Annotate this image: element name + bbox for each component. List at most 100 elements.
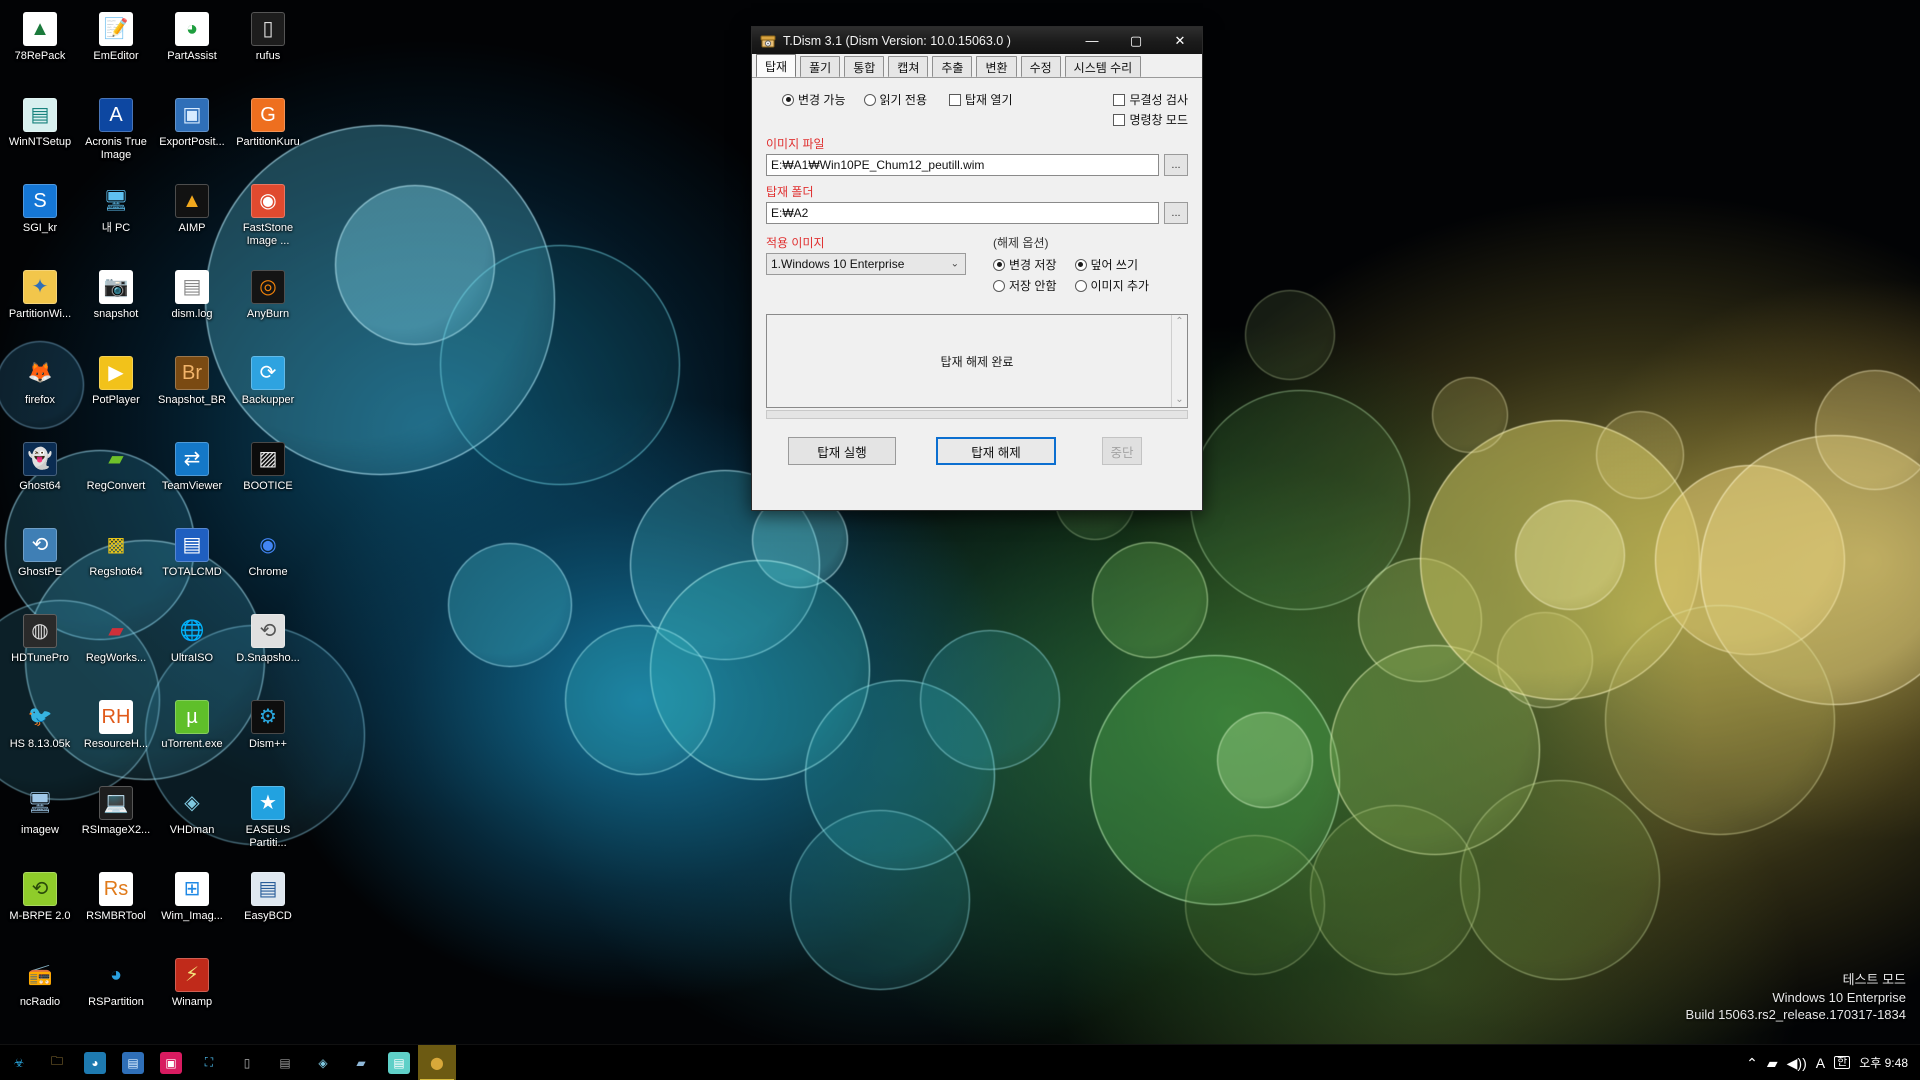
mount-folder-browse-button[interactable]: ... — [1164, 202, 1188, 224]
desktop-icon[interactable]: 🐦 HS 8.13.05k — [2, 694, 78, 780]
desktop-icon[interactable]: 🌐 UltraISO — [154, 608, 230, 694]
unmount-button[interactable]: 탑재 해제 — [936, 437, 1056, 465]
desktop-icon[interactable]: ▰ RegWorks... — [78, 608, 154, 694]
taskbar-item[interactable]: ▰ — [342, 1045, 380, 1080]
mount-execute-button[interactable]: 탑재 실행 — [788, 437, 896, 465]
desktop-icon[interactable]: 👻 Ghost64 — [2, 436, 78, 522]
tab-4[interactable]: 캡쳐 — [888, 56, 929, 77]
desktop-icon[interactable]: ◕ RSPartition — [78, 952, 154, 1038]
battery-icon[interactable]: ▰ — [1767, 1056, 1778, 1070]
tab-bar[interactable]: 탑재 풀기 통합 캡쳐 추출 변환 수정 시스템 수리 — [752, 54, 1202, 78]
tab-5[interactable]: 추출 — [932, 56, 973, 77]
desktop-icon[interactable]: ◉ Chrome — [230, 522, 306, 608]
tab-1[interactable]: 탑재 — [756, 54, 797, 77]
radio-no-save[interactable]: 저장 안함 — [993, 277, 1057, 294]
volume-icon[interactable]: ◀)) — [1787, 1056, 1807, 1070]
desktop-icon[interactable]: ▶ PotPlayer — [78, 350, 154, 436]
tab-8[interactable]: 시스템 수리 — [1064, 56, 1142, 77]
desktop-icon[interactable]: ▣ ExportPosit... — [154, 92, 230, 178]
taskbar-item[interactable]: ▤ — [380, 1045, 418, 1080]
radio-writable[interactable]: 변경 가능 — [782, 91, 846, 108]
system-tray[interactable]: ⌃ ▰ ◀)) A 한 오후 9:48 — [1746, 1045, 1920, 1080]
tab-2[interactable]: 풀기 — [800, 56, 841, 77]
language-indicator-icon[interactable]: A — [1816, 1056, 1825, 1070]
taskbar-item[interactable]: ☣ — [0, 1045, 38, 1080]
image-file-browse-button[interactable]: ... — [1164, 154, 1188, 176]
image-file-input[interactable]: E:₩A1₩Win10PE_Chum12_peutill.wim — [766, 154, 1159, 176]
taskbar-item[interactable]: ⬤ — [418, 1044, 456, 1080]
close-button[interactable]: ✕ — [1158, 27, 1202, 54]
tray-chevron-up-icon[interactable]: ⌃ — [1746, 1056, 1758, 1070]
desktop-icon[interactable]: 📝 EmEditor — [78, 6, 154, 92]
taskbar-item[interactable]: ▯ — [228, 1045, 266, 1080]
desktop-icon[interactable]: 🖥 imagew — [2, 780, 78, 866]
desktop-icon[interactable]: RH ResourceH... — [78, 694, 154, 780]
radio-add-image[interactable]: 이미지 추가 — [1074, 277, 1149, 294]
desktop-icon[interactable]: 📻 ncRadio — [2, 952, 78, 1038]
desktop-icon[interactable]: ▤ WinNTSetup — [2, 92, 78, 178]
ime-korean-icon[interactable]: 한 — [1834, 1056, 1851, 1069]
desktop-icon[interactable]: ▲ AIMP — [154, 178, 230, 264]
desktop-icon[interactable]: A Acronis True Image — [78, 92, 154, 178]
minimize-button[interactable]: — — [1070, 27, 1114, 54]
desktop-icon[interactable]: ▰ RegConvert — [78, 436, 154, 522]
radio-overwrite[interactable]: 덮어 쓰기 — [1074, 256, 1150, 273]
taskbar-item[interactable]: ⛶ — [190, 1045, 228, 1080]
radio-readonly[interactable]: 읽기 전용 — [863, 91, 927, 108]
window-title-bar[interactable]: T.Dism 3.1 (Dism Version: 10.0.15063.0 )… — [752, 27, 1202, 54]
desktop-icon[interactable]: ▲ 78RePack — [2, 6, 78, 92]
checkbox-open-mount[interactable]: 탑재 열기 — [949, 91, 1013, 108]
desktop-icon[interactable]: G PartitionKuru — [230, 92, 306, 178]
desktop-icon[interactable]: µ uTorrent.exe — [154, 694, 230, 780]
mount-folder-input[interactable]: E:₩A2 — [766, 202, 1159, 224]
desktop-icon[interactable]: ▤ EasyBCD — [230, 866, 306, 952]
clock-time[interactable]: 오후 9:48 — [1859, 1054, 1908, 1071]
desktop-icon[interactable]: ▤ TOTALCMD — [154, 522, 230, 608]
desktop-icon[interactable]: 💻 RSImageX2... — [78, 780, 154, 866]
desktop-icon[interactable]: S SGI_kr — [2, 178, 78, 264]
log-output-area[interactable]: 탑재 해제 완료 ⌃ ⌄ — [766, 314, 1188, 408]
desktop-icon[interactable]: ◍ HDTunePro — [2, 608, 78, 694]
desktop-icon[interactable]: ⟳ Backupper — [230, 350, 306, 436]
checkbox-cmd-mode[interactable]: 명령창 모드 — [1113, 111, 1188, 128]
desktop-icon[interactable]: ▨ BOOTICE — [230, 436, 306, 522]
desktop-icon[interactable]: 📷 snapshot — [78, 264, 154, 350]
desktop-icon[interactable]: ⚙ Dism++ — [230, 694, 306, 780]
desktop-icon[interactable]: ✦ PartitionWi... — [2, 264, 78, 350]
desktop-icon[interactable]: ▯ rufus — [230, 6, 306, 92]
tab-7[interactable]: 수정 — [1020, 56, 1061, 77]
desktop-icon-grid[interactable]: ▲ 78RePack 📝 EmEditor ◕ PartAssist ▯ rufus ▤ WinN… — [0, 0, 330, 1038]
desktop-icon[interactable]: ◎ AnyBurn — [230, 264, 306, 350]
tdism-window[interactable]: T.Dism 3.1 (Dism Version: 10.0.15063.0 )… — [751, 26, 1203, 511]
checkbox-integrity[interactable]: 무결성 검사 — [1113, 91, 1188, 108]
desktop-icon[interactable]: ⇄ TeamViewer — [154, 436, 230, 522]
desktop-icon[interactable]: ⊞ Wim_Imag... — [154, 866, 230, 952]
tab-6[interactable]: 변환 — [976, 56, 1017, 77]
desktop-icon[interactable]: ▩ Regshot64 — [78, 522, 154, 608]
taskbar-item[interactable]: ◕ — [76, 1045, 114, 1080]
maximize-button[interactable]: ▢ — [1114, 27, 1158, 54]
desktop-icon[interactable]: 🦊 firefox — [2, 350, 78, 436]
desktop-icon[interactable]: Br Snapshot_BR — [154, 350, 230, 436]
desktop-icon[interactable]: ⚡ Winamp — [154, 952, 230, 1038]
desktop-icon[interactable]: ⟲ GhostPE — [2, 522, 78, 608]
desktop[interactable]: ▲ 78RePack 📝 EmEditor ◕ PartAssist ▯ rufus ▤ WinN… — [0, 0, 1920, 1080]
desktop-icon[interactable]: ★ EASEUS Partiti... — [230, 780, 306, 866]
desktop-icon[interactable]: ▤ dism.log — [154, 264, 230, 350]
desktop-icon[interactable]: ◉ FastStone Image ... — [230, 178, 306, 264]
taskbar-item[interactable]: ▤ — [114, 1045, 152, 1080]
desktop-icon[interactable]: ⟲ M-BRPE 2.0 — [2, 866, 78, 952]
apply-image-select[interactable]: 1.Windows 10 Enterprise ⌄ — [766, 253, 966, 275]
window-controls[interactable]: — ▢ ✕ — [1070, 27, 1202, 54]
desktop-icon[interactable]: ⟲ D.Snapsho... — [230, 608, 306, 694]
desktop-icon[interactable]: ◈ VHDman — [154, 780, 230, 866]
desktop-icon[interactable]: Rs RSMBRTool — [78, 866, 154, 952]
taskbar-item[interactable]: ▤ — [266, 1045, 304, 1080]
scroll-down-icon[interactable]: ⌄ — [1175, 395, 1183, 405]
taskbar-item[interactable]: ◈ — [304, 1045, 342, 1080]
taskbar-item[interactable]: 🗀 — [38, 1045, 76, 1080]
taskbar-app-buttons[interactable]: ☣ 🗀 ◕ ▤ ▣ ⛶ ▯ ▤ ◈ ▰ ▤ ⬤ — [0, 1044, 456, 1080]
taskbar[interactable]: ☣ 🗀 ◕ ▤ ▣ ⛶ ▯ ▤ ◈ ▰ ▤ ⬤ ⌃ ▰ ◀)) A 한 오후 9:48 — [0, 1044, 1920, 1080]
scroll-up-icon[interactable]: ⌃ — [1175, 317, 1183, 327]
tab-3[interactable]: 통합 — [844, 56, 885, 77]
